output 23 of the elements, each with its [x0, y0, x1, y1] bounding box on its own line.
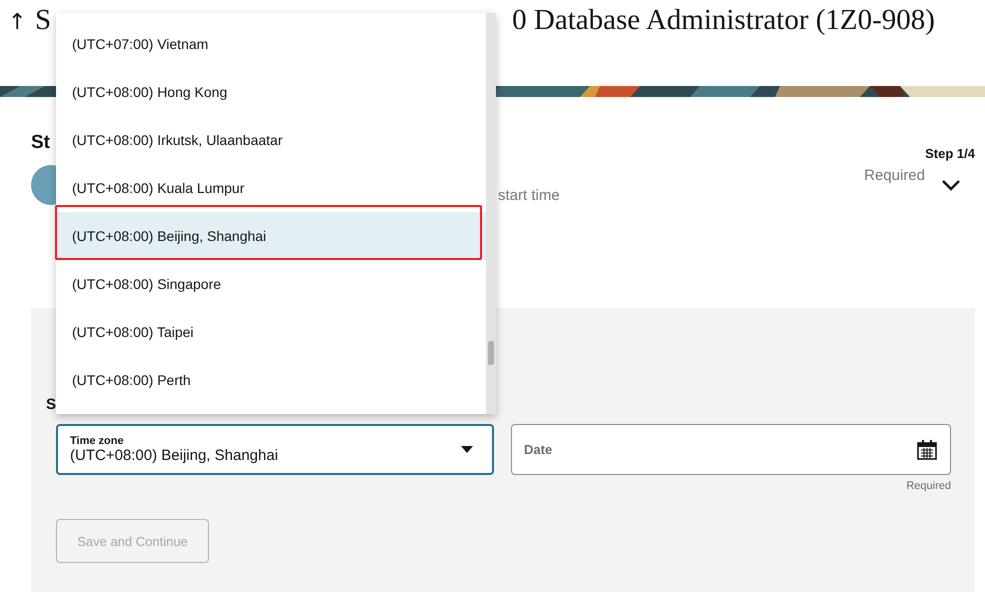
section-heading: St	[31, 131, 50, 155]
calendar-icon[interactable]	[916, 438, 938, 460]
dropdown-option[interactable]: (UTC+08:00) Taipei	[56, 308, 486, 356]
time-zone-select[interactable]: Time zone (UTC+08:00) Beijing, Shanghai	[56, 424, 494, 475]
dropdown-option[interactable]: (UTC+08:00) Beijing, Shanghai	[56, 212, 486, 260]
dropdown-option[interactable]: (UTC+08:00) Irkutsk, Ulaanbaatar	[56, 116, 486, 164]
dropdown-option[interactable]: (UTC+07:00) Vietnam	[56, 20, 486, 68]
dropdown-option[interactable]: (UTC+08:00) Perth	[56, 356, 486, 404]
step-counter: Step 1/4	[925, 146, 975, 162]
form-label: S	[46, 396, 56, 415]
step-label: start time	[498, 186, 560, 204]
required-hint: Required	[906, 480, 951, 492]
chevron-down-icon[interactable]	[941, 179, 961, 191]
dropdown-option[interactable]: (UTC+08:00) Singapore	[56, 260, 486, 308]
date-field[interactable]: Date	[511, 424, 951, 475]
dropdown-option[interactable]: (UTC+08:00) Kuala Lumpur	[56, 164, 486, 212]
scrollbar[interactable]	[486, 13, 496, 414]
back-arrow[interactable]: ↑	[8, 10, 35, 35]
caret-icon[interactable]	[461, 446, 473, 453]
dropdown-option[interactable]: (UTC+08:00) Hong Kong	[56, 68, 486, 116]
status-text: Required	[864, 166, 925, 184]
page-title: 0 Database Administrator (1Z0-908)	[512, 4, 935, 37]
page-title: S	[35, 4, 52, 37]
